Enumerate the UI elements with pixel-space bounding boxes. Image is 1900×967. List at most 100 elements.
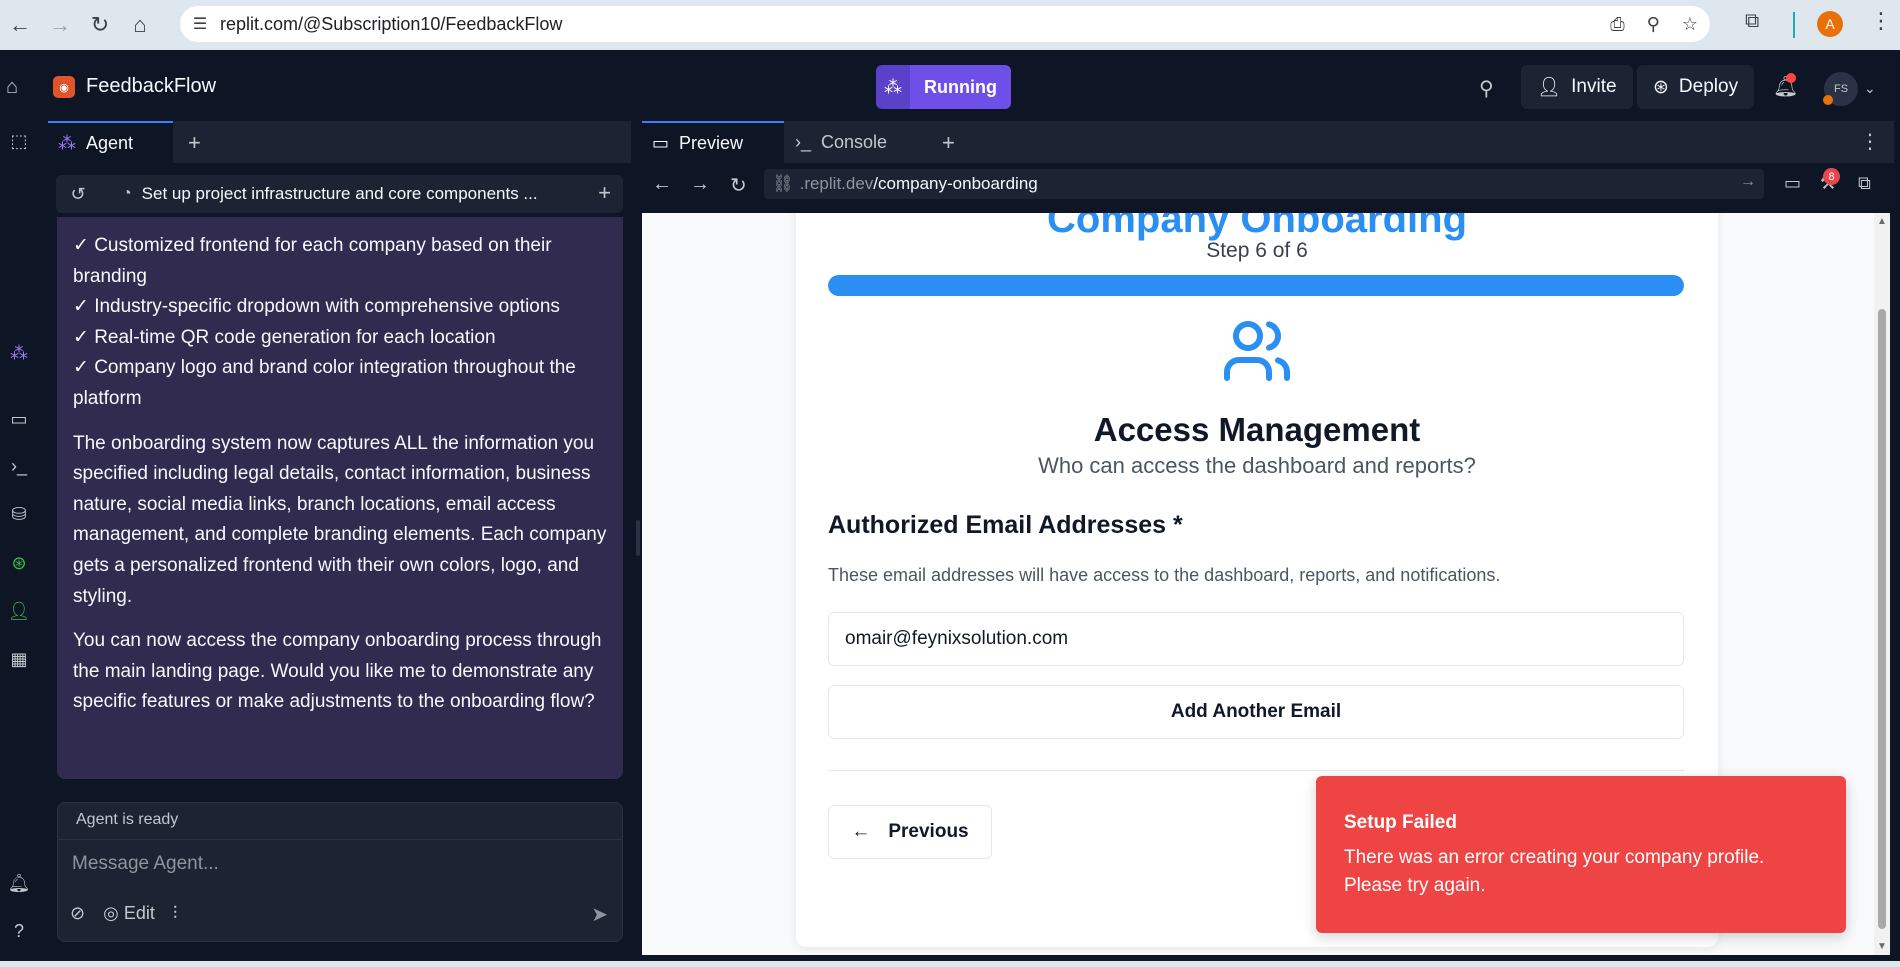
settings-sliders-icon[interactable]: ⫶ bbox=[173, 903, 178, 924]
open-new-tab-icon[interactable]: ⧉ bbox=[1858, 173, 1871, 194]
add-user-icon: 👤︎ bbox=[1537, 77, 1562, 98]
agent-tabbar: ⁂ Agent + bbox=[48, 121, 631, 163]
agent-panel: ⁂ Agent + ↺ ◔ Set up project infrastruct… bbox=[48, 121, 631, 961]
devtools-count-badge: 8 bbox=[1823, 168, 1840, 185]
user-settings-icon[interactable]: 👤︎ bbox=[4, 601, 34, 622]
tool-rail: ⬚ ⁂ ▭ ›_ ⛁ ⊛ 👤︎ ▦ 🔔︎ ? bbox=[0, 121, 38, 967]
reload-icon[interactable]: ↻ bbox=[80, 5, 120, 45]
bookmark-star-icon[interactable]: ☆ bbox=[1682, 14, 1698, 35]
preview-frame: Company Onboarding Step 6 of 6 Access Ma… bbox=[642, 213, 1874, 955]
site-settings-icon[interactable]: ☰ bbox=[180, 14, 220, 34]
edit-label: Edit bbox=[123, 903, 155, 923]
tab-agent[interactable]: ⁂ Agent bbox=[48, 121, 173, 163]
checklist-item: ✓ Industry-specific dropdown with compre… bbox=[73, 296, 560, 318]
back-icon[interactable]: ← bbox=[0, 5, 40, 45]
attach-icon[interactable]: ⊘ bbox=[70, 903, 85, 924]
edit-button[interactable]: ◎ Edit bbox=[103, 903, 155, 924]
extensions-icon[interactable]: ⧉ bbox=[1745, 10, 1759, 33]
checklist-item: ✓ Customized frontend for each company b… bbox=[73, 235, 552, 287]
tab-preview[interactable]: ▭ Preview bbox=[642, 121, 784, 163]
deploy-label: Deploy bbox=[1678, 76, 1739, 97]
invite-button[interactable]: 👤︎ Invite bbox=[1521, 65, 1633, 109]
search-icon[interactable]: ⚲ bbox=[1479, 76, 1494, 101]
message-paragraph: The onboarding system now captures ALL t… bbox=[73, 432, 607, 607]
preview-tabbar: ▭ Preview ›_ Console + ⋮ bbox=[642, 121, 1894, 163]
go-arrow-icon[interactable]: → bbox=[1740, 173, 1756, 191]
back-icon[interactable]: ← bbox=[652, 173, 672, 196]
tab-console[interactable]: ›_ Console bbox=[785, 121, 927, 163]
chevron-down-icon[interactable]: ⌄ bbox=[1864, 80, 1876, 97]
address-bar[interactable]: ☰ replit.com/@Subscription10/FeedbackFlo… bbox=[180, 6, 1710, 42]
deploy-icon: ⊛ bbox=[1653, 76, 1669, 98]
all-tools-icon[interactable]: ▦ bbox=[4, 649, 34, 670]
install-app-icon[interactable]: ⎙ bbox=[1610, 14, 1624, 35]
url-domain: .replit.dev bbox=[799, 174, 874, 193]
address-url[interactable]: replit.com/@Subscription10/FeedbackFlow bbox=[220, 14, 562, 35]
app-name[interactable]: FeedbackFlow bbox=[86, 75, 216, 98]
zoom-icon[interactable]: ⚲ bbox=[1647, 14, 1660, 35]
progress-bar bbox=[828, 275, 1684, 296]
panel-resize-handle[interactable] bbox=[636, 520, 640, 556]
agent-icon: ⁂ bbox=[58, 132, 76, 153]
agent-icon[interactable]: ⁂ bbox=[4, 343, 34, 364]
preview-webview-icon[interactable]: ▭ bbox=[4, 409, 34, 430]
scroll-down-icon[interactable]: ▼ bbox=[1877, 941, 1887, 952]
message-paragraph: You can now access the company onboardin… bbox=[73, 630, 602, 713]
invite-label: Invite bbox=[1571, 76, 1617, 97]
task-header[interactable]: ↺ ◔ Set up project infrastructure and co… bbox=[56, 175, 623, 213]
browser-toolbar: ← → ↻ ⌂ ☰ replit.com/@Subscription10/Fee… bbox=[0, 0, 1900, 50]
replit-header: ⌂ ◉ FeedbackFlow ⁂ Running ⚲ 👤︎ Invite ⊛… bbox=[0, 50, 1900, 121]
forward-icon[interactable]: → bbox=[40, 5, 80, 45]
console-icon[interactable]: ›_ bbox=[4, 456, 34, 477]
new-task-icon[interactable]: + bbox=[598, 180, 611, 206]
help-icon[interactable]: ? bbox=[4, 921, 34, 942]
deployments-icon[interactable]: ⊛ bbox=[4, 553, 34, 574]
monitor-icon: ▭ bbox=[652, 132, 670, 153]
avatar-status-dot bbox=[1823, 95, 1833, 105]
files-icon[interactable]: ⬚ bbox=[4, 131, 34, 152]
progress-fill bbox=[828, 275, 1684, 296]
previous-button[interactable]: ← Previous bbox=[828, 805, 992, 859]
add-tab-icon[interactable]: + bbox=[942, 130, 955, 156]
section-subtitle: Who can access the dashboard and reports… bbox=[1038, 453, 1476, 478]
scroll-up-icon[interactable]: ▲ bbox=[1877, 216, 1887, 227]
alerts-icon[interactable]: 🔔︎ bbox=[4, 873, 34, 894]
database-icon[interactable]: ⛁ bbox=[4, 504, 34, 525]
agent-status: Agent is ready bbox=[58, 803, 622, 840]
toast-title: Setup Failed bbox=[1344, 812, 1457, 833]
history-icon[interactable]: ↺ bbox=[56, 184, 100, 205]
browser-menu-icon[interactable]: ⋮ bbox=[1870, 8, 1892, 34]
send-icon[interactable]: ➤ bbox=[591, 902, 608, 927]
link-icon: ⛓ bbox=[772, 174, 794, 193]
browser-profile-avatar[interactable]: A bbox=[1817, 11, 1843, 37]
preview-url-bar[interactable]: ⛓ .replit.dev /company-onboarding → bbox=[764, 169, 1764, 199]
tab-preview-label: Preview bbox=[679, 132, 744, 153]
window-bottom-edge bbox=[0, 961, 1900, 967]
preview-panel: ▭ Preview ›_ Console + ⋮ ← → ↻ ⛓ .replit… bbox=[642, 121, 1894, 961]
forward-icon[interactable]: → bbox=[690, 173, 710, 196]
console-icon: ›_ bbox=[795, 131, 812, 152]
preview-scrollbar[interactable]: ▲ ▼ bbox=[1874, 213, 1890, 955]
task-title[interactable]: Set up project infrastructure and core c… bbox=[142, 184, 538, 204]
add-email-button[interactable]: Add Another Email bbox=[828, 685, 1684, 739]
email-field[interactable] bbox=[828, 612, 1684, 666]
page-title: Company Onboarding bbox=[1047, 213, 1467, 241]
error-toast[interactable]: Setup Failed There was an error creating… bbox=[1316, 776, 1846, 933]
previous-label: Previous bbox=[888, 821, 969, 842]
progress-gauge-icon: ◔ bbox=[122, 185, 132, 202]
add-tab-icon[interactable]: + bbox=[188, 130, 201, 156]
reload-icon[interactable]: ↻ bbox=[730, 173, 747, 198]
run-button[interactable]: ⁂ Running bbox=[876, 65, 1011, 109]
more-options-icon[interactable]: ⋮ bbox=[1860, 129, 1880, 154]
deploy-button[interactable]: ⊛ Deploy bbox=[1637, 65, 1755, 109]
message-agent-input[interactable] bbox=[72, 847, 602, 881]
device-preview-icon[interactable]: ▭ bbox=[1784, 173, 1801, 194]
notification-dot bbox=[1786, 73, 1796, 83]
checklist-item: ✓ Company logo and brand color integrati… bbox=[73, 357, 576, 409]
divider bbox=[828, 770, 1684, 771]
home-icon[interactable]: ⌂ bbox=[120, 5, 160, 45]
app-logo-icon: ◉ bbox=[53, 76, 75, 98]
tab-agent-label: Agent bbox=[86, 132, 134, 153]
home-icon[interactable]: ⌂ bbox=[6, 76, 18, 99]
scrollbar-thumb[interactable] bbox=[1878, 309, 1886, 929]
